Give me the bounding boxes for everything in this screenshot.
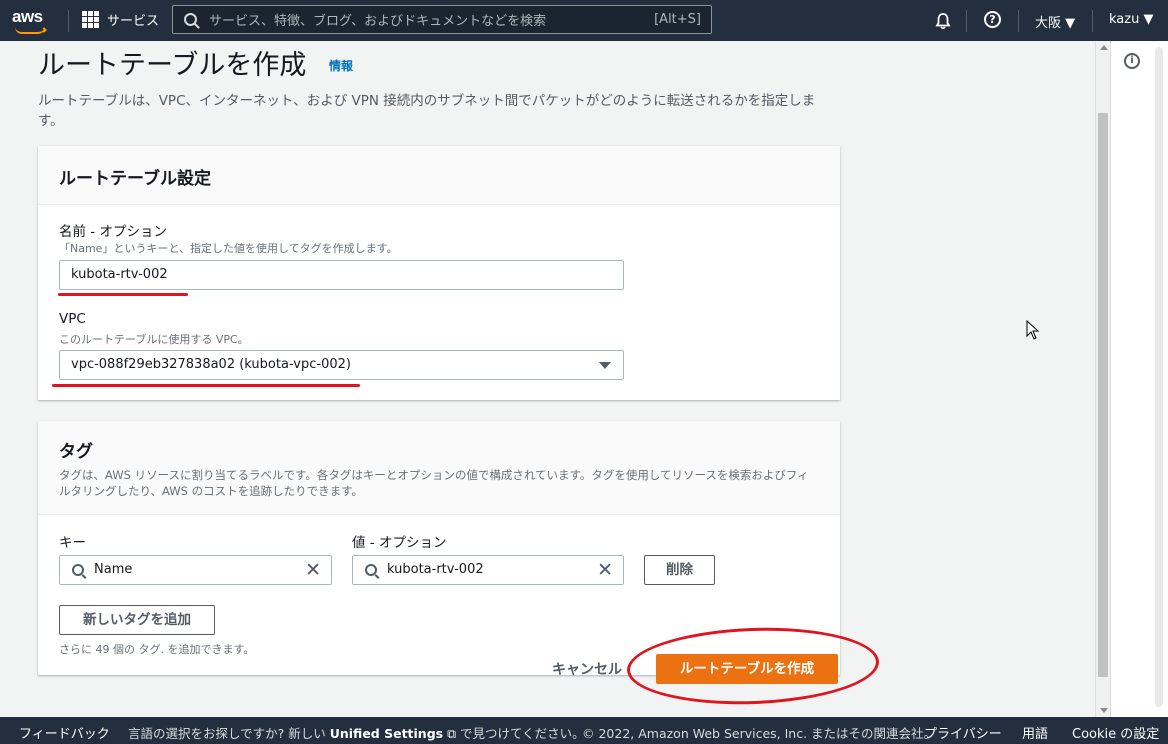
search-shortcut: [Alt+S] — [654, 12, 701, 27]
vpc-label: VPC — [59, 311, 86, 327]
main-content: ルートテーブルを作成 情報 ルートテーブルは、VPC、インターネット、および V… — [0, 41, 1110, 717]
annotation-underline — [52, 384, 360, 387]
tools-panel: i — [1110, 41, 1168, 717]
aws-smile-icon — [15, 27, 45, 34]
page-title: ルートテーブルを作成 — [38, 50, 307, 81]
footer: フィードバック 言語の選択をお探しですか? 新しい Unified Settin… — [0, 717, 1168, 744]
language-prompt: 言語の選択をお探しですか? 新しい Unified Settings ⧉ で見つ… — [128, 723, 585, 742]
main-scrollbar[interactable] — [1095, 41, 1110, 717]
vpc-select[interactable]: vpc-088f29eb327838a02 (kubota-vpc-002) — [59, 350, 624, 380]
unified-settings-link[interactable]: Unified Settings — [330, 726, 443, 741]
search-icon — [184, 13, 197, 26]
clear-icon[interactable]: ✕ — [597, 560, 613, 580]
annotation-underline — [58, 293, 188, 296]
aws-logo[interactable]: aws — [12, 7, 54, 35]
tags-description: タグは、AWS リソースに割り当てるラベルです。各タグはキーとオプションの値で構… — [59, 468, 809, 498]
page-description: ルートテーブルは、VPC、インターネット、および VPN 接続内のサブネット間で… — [38, 93, 816, 129]
language-prompt-text: 言語の選択をお探しですか? 新しい — [128, 726, 326, 741]
scroll-down-icon[interactable] — [1100, 708, 1108, 713]
tag-value-label: 値 - オプション — [352, 535, 447, 551]
tag-key-label: キー — [59, 535, 86, 551]
privacy-link[interactable]: プライバシー — [924, 723, 1002, 742]
tag-value-input[interactable]: kubota-rtv-002 ✕ — [352, 555, 624, 585]
remove-tag-button[interactable]: 削除 — [644, 555, 715, 585]
tag-key-value: Name — [94, 562, 133, 577]
caret-down-icon — [599, 362, 611, 369]
top-navigation: aws サービス サービス、特徴、ブログ、およびドキュメントなどを検索 [Alt… — [0, 0, 1168, 41]
clear-icon[interactable]: ✕ — [305, 560, 321, 580]
route-table-settings-heading: ルートテーブル設定 — [59, 169, 211, 189]
aws-logo-text: aws — [12, 7, 43, 26]
scroll-up-icon[interactable] — [1100, 45, 1108, 50]
nav-divider — [68, 10, 69, 32]
panel-header: タグ タグは、AWS リソースに割り当てるラベルです。各タグはキーとオプションの… — [38, 421, 840, 515]
copyright: © 2022, Amazon Web Services, Inc. またはその関… — [582, 726, 937, 741]
info-link[interactable]: 情報 — [329, 57, 353, 74]
nav-divider — [1092, 10, 1093, 32]
nav-divider — [966, 10, 967, 32]
feedback-link[interactable]: フィードバック — [19, 723, 110, 742]
global-search-input[interactable]: サービス、特徴、ブログ、およびドキュメントなどを検索 [Alt+S] — [172, 5, 712, 34]
language-suffix: で見つけてください。 — [460, 726, 585, 741]
region-selector[interactable]: 大阪 ▼ — [1035, 12, 1075, 31]
help-icon[interactable]: ? — [984, 11, 1001, 28]
mouse-cursor-icon — [1026, 320, 1040, 340]
bell-icon[interactable] — [934, 12, 952, 30]
nav-divider — [1018, 10, 1019, 32]
search-placeholder: サービス、特徴、ブログ、およびドキュメントなどを検索 — [209, 14, 547, 29]
panel-header: ルートテーブル設定 — [38, 146, 840, 205]
name-hint: 「Name」というキーと、指定した値を使用してタグを作成します。 — [59, 242, 398, 255]
external-link-icon: ⧉ — [447, 726, 457, 741]
tag-value-value: kubota-rtv-002 — [387, 562, 484, 577]
cookie-settings-link[interactable]: Cookie の設定 — [1072, 723, 1159, 742]
name-label: 名前 - オプション — [59, 224, 167, 240]
vpc-select-value: vpc-088f29eb327838a02 (kubota-vpc-002) — [71, 357, 351, 372]
info-icon[interactable]: i — [1124, 53, 1140, 69]
scroll-thumb[interactable] — [1098, 113, 1108, 677]
cancel-button[interactable]: キャンセル — [552, 659, 622, 679]
terms-link[interactable]: 用語 — [1022, 723, 1048, 742]
account-menu[interactable]: kazu ▼ — [1109, 12, 1153, 27]
services-label: サービス — [107, 14, 160, 29]
vpc-hint: このルートテーブルに使用する VPC。 — [59, 333, 249, 346]
search-icon — [365, 564, 377, 576]
name-input[interactable]: kubota-rtv-002 — [59, 260, 624, 290]
tag-limit-note: さらに 49 個の タグ. を追加できます。 — [59, 643, 255, 656]
grid-icon — [82, 11, 99, 28]
services-menu-button[interactable]: サービス — [82, 10, 159, 29]
search-icon — [72, 564, 84, 576]
tools-scrollbar[interactable] — [1155, 47, 1163, 707]
add-tag-button[interactable]: 新しいタグを追加 — [59, 605, 215, 635]
tag-key-input[interactable]: Name ✕ — [59, 555, 332, 585]
tags-heading: タグ — [59, 442, 93, 462]
route-table-settings-panel: ルートテーブル設定 名前 - オプション 「Name」というキーと、指定した値を… — [38, 146, 840, 400]
